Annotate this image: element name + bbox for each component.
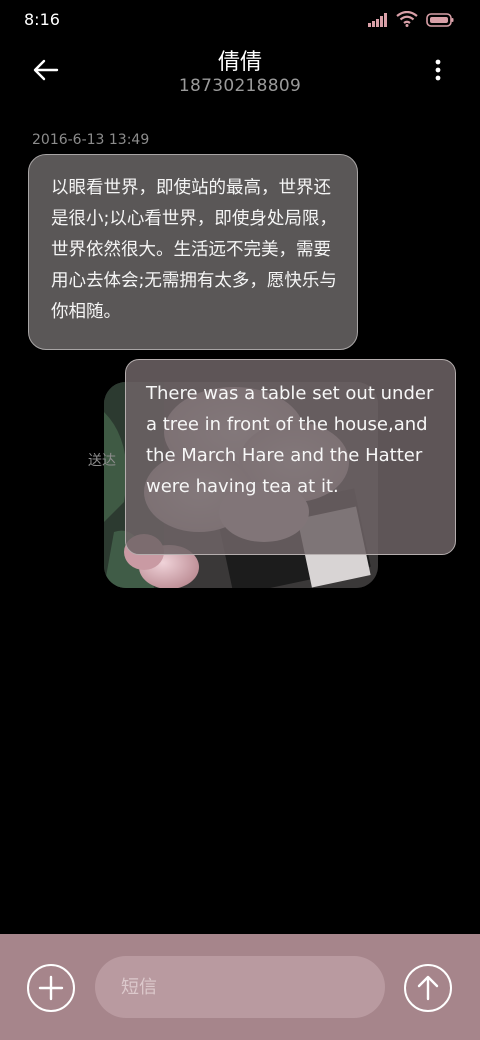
more-options-button[interactable] (430, 58, 446, 82)
message-delivery-status: 送达 (88, 453, 116, 469)
send-button[interactable] (404, 964, 452, 1012)
signal-icon (368, 12, 388, 31)
incoming-message-bubble[interactable]: 以眼看世界，即使站的最高，世界还是很小;以心看世界，即使身处局限，世界依然很大。… (28, 154, 358, 350)
more-vertical-icon (430, 59, 446, 86)
status-time: 8:16 (24, 10, 60, 29)
incoming-message-text: 以眼看世界，即使站的最高，世界还是很小;以心看世界，即使身处局限，世界依然很大。… (51, 178, 337, 322)
contact-name: 倩倩 (217, 50, 262, 75)
add-attachment-button[interactable] (27, 964, 75, 1012)
conversation-header: 倩倩 18730218809 (0, 40, 480, 104)
status-bar: 8:16 (0, 0, 480, 40)
plus-icon (29, 975, 73, 1014)
status-icons (360, 10, 454, 31)
battery-icon (426, 12, 454, 31)
message-input[interactable] (95, 956, 385, 1018)
wifi-icon (396, 10, 418, 31)
arrow-up-icon (406, 975, 450, 1014)
contact-phone-number: 18730218809 (178, 76, 302, 96)
outgoing-message-bubble[interactable]: There was a table set out under a tree i… (125, 359, 456, 555)
outgoing-message-text: There was a table set out under a tree i… (146, 383, 434, 497)
compose-bar (0, 934, 480, 1040)
message-timestamp: 2016-6-13 13:49 (32, 132, 150, 148)
